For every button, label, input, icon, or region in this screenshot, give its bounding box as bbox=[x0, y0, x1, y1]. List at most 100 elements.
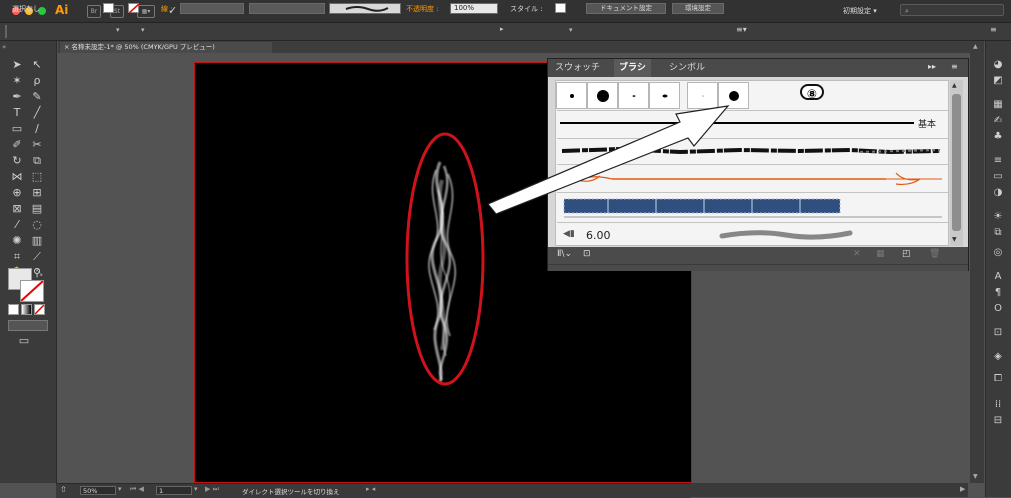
transparency-icon[interactable]: ◑ bbox=[990, 186, 1006, 200]
chevron-down-icon[interactable]: ▾ bbox=[141, 26, 145, 34]
chevron-down-icon[interactable]: ▾ bbox=[569, 26, 573, 34]
curvature-tool-icon[interactable]: ✎ bbox=[30, 90, 44, 104]
variable-width-profile-dropdown[interactable] bbox=[249, 3, 325, 14]
gradient-tool-icon[interactable]: ▤ bbox=[30, 202, 44, 216]
canvas-vertical-scrollbar[interactable] bbox=[970, 41, 984, 483]
stroke-label[interactable]: 線 : bbox=[161, 4, 173, 14]
collapse-panel-icon[interactable]: « bbox=[2, 43, 6, 51]
tab-swatches[interactable]: スウォッチ bbox=[550, 59, 605, 77]
gradient-panel-icon[interactable]: ▭ bbox=[990, 170, 1006, 184]
brushes-icon[interactable]: ✍ bbox=[990, 114, 1006, 128]
color-guide-icon[interactable]: ◩ bbox=[990, 74, 1006, 88]
scroll-up-icon[interactable]: ▲ bbox=[973, 43, 978, 50]
document-tab[interactable]: × 名称未設定-1* @ 50% (CMYK/GPU プレビュー) bbox=[60, 42, 272, 53]
rectangle-tool-icon[interactable]: ▭ bbox=[10, 122, 24, 136]
align-icon[interactable]: ⁞⁞ bbox=[990, 398, 1006, 412]
width-tool-icon[interactable]: ⋈ bbox=[10, 170, 24, 184]
none-mode-icon[interactable] bbox=[34, 304, 45, 315]
workspace-switcher[interactable]: 初期設定 ▾ bbox=[843, 5, 885, 17]
collapse-panel-icon[interactable]: ▸▸ bbox=[928, 62, 936, 71]
tab-symbols[interactable]: シンボル bbox=[664, 59, 710, 77]
type-tool-icon[interactable]: T bbox=[10, 106, 24, 120]
artboard-tool-icon[interactable]: ⌗ bbox=[10, 250, 24, 264]
scrollbar-thumb[interactable] bbox=[952, 94, 961, 231]
opentype-icon[interactable]: O bbox=[990, 302, 1006, 316]
opacity-input[interactable]: 100% bbox=[450, 3, 498, 14]
swap-fill-stroke-icon[interactable]: ⤡ bbox=[36, 268, 42, 278]
close-tab-icon[interactable]: × bbox=[64, 43, 72, 51]
scale-tool-icon[interactable]: ⧉ bbox=[30, 154, 44, 168]
direct-selection-tool-icon[interactable]: ↖ bbox=[30, 58, 44, 72]
line-segment-tool-icon[interactable]: ╱ bbox=[30, 106, 44, 120]
scroll-right-icon[interactable]: ▶ bbox=[960, 485, 965, 493]
share-icon[interactable]: ⇧ bbox=[60, 485, 67, 494]
help-search-input[interactable]: ⌕ bbox=[900, 4, 1004, 16]
panel-resize-grip[interactable] bbox=[548, 264, 968, 271]
magic-wand-tool-icon[interactable]: ✶ bbox=[10, 74, 24, 88]
panel-menu-icon[interactable]: ≡ bbox=[990, 25, 997, 34]
color-panel-icon[interactable]: ◕ bbox=[990, 58, 1006, 72]
swatches-icon[interactable]: ▦ bbox=[990, 98, 1006, 112]
eyedropper-tool-icon[interactable]: ⁄ bbox=[10, 218, 24, 232]
paragraph-icon[interactable]: ¶ bbox=[990, 286, 1006, 300]
bridge-icon[interactable]: Br bbox=[87, 5, 101, 18]
graphic-style-swatch[interactable] bbox=[555, 3, 566, 13]
symbol-sprayer-tool-icon[interactable]: ✺ bbox=[10, 234, 24, 248]
artboards-icon[interactable]: ⧠ bbox=[990, 372, 1006, 386]
zoom-level-input[interactable]: 50% bbox=[80, 486, 116, 495]
column-graph-tool-icon[interactable]: ▥ bbox=[30, 234, 44, 248]
chevron-down-icon[interactable]: ▾ bbox=[194, 485, 198, 493]
navigator-icon[interactable]: ◎ bbox=[990, 246, 1006, 260]
lasso-tool-icon[interactable]: ρ bbox=[30, 74, 44, 88]
symbols-icon[interactable]: ♣ bbox=[990, 130, 1006, 144]
character-icon[interactable]: A bbox=[990, 270, 1006, 284]
preferences-button[interactable]: 環境設定 bbox=[672, 3, 724, 14]
scroll-down-icon[interactable]: ▼ bbox=[973, 473, 978, 480]
free-transform-tool-icon[interactable]: ⬚ bbox=[30, 170, 44, 184]
brush-libraries-menu-icon[interactable]: Ⅱ\⌄ bbox=[557, 249, 572, 259]
paintbrush-tool-icon[interactable]: ∕ bbox=[30, 122, 44, 136]
layers-icon[interactable]: ◈ bbox=[990, 350, 1006, 364]
blend-tool-icon[interactable]: ◌ bbox=[30, 218, 44, 232]
color-mode-icon[interactable] bbox=[8, 304, 19, 315]
mesh-tool-icon[interactable]: ⊠ bbox=[10, 202, 24, 216]
first-artboard-icon[interactable]: ⏮ ◀ bbox=[130, 485, 144, 494]
next-artboard-icon[interactable]: ▶ ⏭ bbox=[205, 485, 219, 494]
status-menu-icon[interactable]: ▸ ◂ bbox=[366, 485, 375, 493]
gradient-mode-icon[interactable] bbox=[21, 304, 32, 315]
options-selected-object-icon[interactable]: ▦ bbox=[876, 249, 885, 259]
transform-icon[interactable]: ⊡ bbox=[990, 326, 1006, 340]
graphic-styles-icon[interactable]: ⧉ bbox=[990, 226, 1006, 240]
opacity-label[interactable]: 不透明度 : bbox=[406, 4, 439, 14]
scroll-up-icon[interactable]: ▲ bbox=[952, 82, 957, 89]
scissors-tool-icon[interactable]: ✂ bbox=[30, 138, 44, 152]
arrange-documents-icon[interactable]: ▦▾ bbox=[137, 5, 155, 18]
panel-menu-icon[interactable]: ≡ bbox=[951, 62, 958, 71]
bristle-brush-stroke[interactable] bbox=[716, 226, 856, 244]
stroke-weight-field[interactable] bbox=[180, 3, 244, 14]
scroll-down-icon[interactable]: ▼ bbox=[952, 236, 957, 243]
appearance-icon[interactable]: ☀ bbox=[990, 210, 1006, 224]
canvas-horizontal-scrollbar[interactable] bbox=[690, 483, 968, 497]
shape-builder-tool-icon[interactable]: ⊕ bbox=[10, 186, 24, 200]
pathfinder-icon[interactable]: ⊟ bbox=[990, 414, 1006, 428]
tab-brushes[interactable]: ブラシ bbox=[614, 59, 651, 77]
stroke-color-swatch[interactable] bbox=[128, 3, 139, 13]
stroke-swatch[interactable] bbox=[20, 280, 44, 302]
rotate-tool-icon[interactable]: ↻ bbox=[10, 154, 24, 168]
chevron-right-icon[interactable]: ▸ bbox=[500, 25, 504, 33]
shaper-tool-icon[interactable]: ✐ bbox=[10, 138, 24, 152]
perspective-grid-tool-icon[interactable]: ⊞ bbox=[30, 186, 44, 200]
align-menu-icon[interactable]: ≡▾ bbox=[736, 25, 747, 34]
screen-mode-icon[interactable]: ▭ bbox=[17, 334, 31, 348]
stroke-panel-icon[interactable]: ≡ bbox=[990, 154, 1006, 168]
libraries-panel-icon[interactable]: ⊡ bbox=[583, 249, 591, 259]
new-brush-icon[interactable]: ◰ bbox=[902, 249, 911, 259]
document-setup-button[interactable]: ドキュメント設定 bbox=[586, 3, 666, 14]
pen-tool-icon[interactable]: ✒ bbox=[10, 90, 24, 104]
fill-color-swatch[interactable] bbox=[103, 3, 114, 13]
remove-brush-stroke-icon[interactable]: ✕ bbox=[853, 249, 861, 259]
chevron-down-icon[interactable]: ▾ bbox=[118, 485, 122, 493]
control-bar-grip[interactable] bbox=[5, 25, 7, 38]
chevron-down-icon[interactable]: ▾ bbox=[116, 26, 120, 34]
